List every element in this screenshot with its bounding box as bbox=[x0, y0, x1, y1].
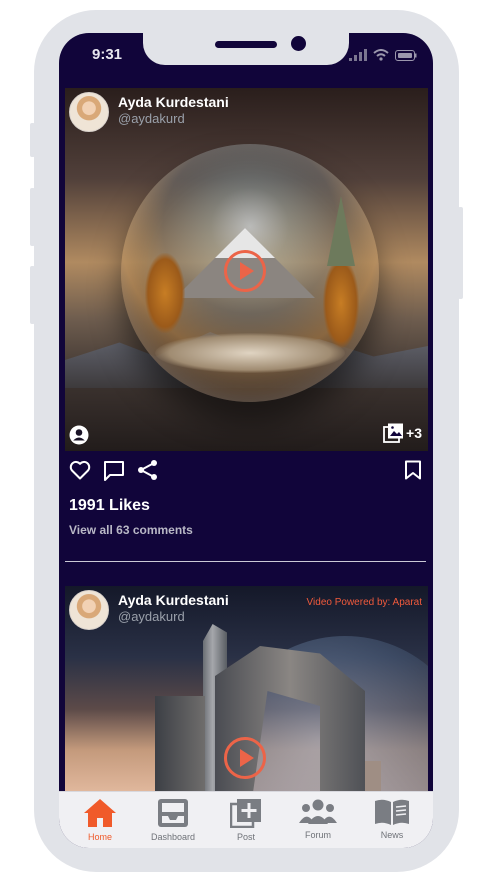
home-icon bbox=[84, 799, 116, 827]
nav-dashboard-label: Dashboard bbox=[150, 832, 196, 842]
post-media[interactable]: Ayda Kurdestani @aydakurd +3 bbox=[65, 88, 428, 451]
nav-post-label: Post bbox=[236, 832, 255, 842]
post-author-handle[interactable]: @aydakurd bbox=[118, 609, 185, 624]
nav-forum-label: Forum bbox=[304, 830, 331, 840]
media-count-label: +3 bbox=[406, 425, 422, 441]
phone-side-button bbox=[30, 266, 35, 324]
status-time: 9:31 bbox=[92, 46, 123, 63]
media-count-badge[interactable]: +3 bbox=[383, 423, 422, 443]
bookmark-icon[interactable] bbox=[404, 460, 422, 480]
heart-icon[interactable] bbox=[69, 460, 91, 480]
signal-icon bbox=[349, 49, 367, 61]
phone-side-button bbox=[30, 188, 35, 246]
add-post-icon bbox=[230, 799, 261, 828]
people-icon bbox=[299, 799, 337, 824]
avatar[interactable] bbox=[69, 92, 109, 132]
nav-home[interactable]: Home bbox=[65, 798, 135, 842]
autumn-tree-right bbox=[323, 258, 359, 348]
account-circle-icon[interactable] bbox=[69, 425, 89, 445]
app-screen: 9:31 Ayda Kurdestani @aydakurd +3 1991 L… bbox=[59, 33, 433, 848]
nav-news-label: News bbox=[380, 830, 404, 840]
inbox-icon bbox=[158, 799, 188, 827]
nav-post[interactable]: Post bbox=[211, 798, 281, 842]
feed-post: Ayda Kurdestani @aydakurd +3 1991 Likes … bbox=[65, 88, 428, 537]
feed-post: Ayda Kurdestani @aydakurd Video Powered … bbox=[65, 586, 428, 791]
video-powered-by[interactable]: Video Powered by: Aparat bbox=[307, 597, 422, 608]
gallery-icon bbox=[383, 423, 404, 443]
nav-home-label: Home bbox=[87, 832, 112, 842]
share-icon[interactable] bbox=[137, 459, 159, 481]
notch bbox=[143, 33, 349, 65]
post-author-handle[interactable]: @aydakurd bbox=[118, 111, 185, 126]
post-media[interactable]: Ayda Kurdestani @aydakurd Video Powered … bbox=[65, 586, 428, 791]
nav-dashboard[interactable]: Dashboard bbox=[138, 798, 208, 842]
avatar[interactable] bbox=[69, 590, 109, 630]
speaker-grille bbox=[215, 41, 277, 48]
phone-side-button bbox=[30, 123, 35, 157]
book-icon bbox=[375, 799, 409, 825]
post-author-name[interactable]: Ayda Kurdestani bbox=[118, 592, 229, 608]
battery-icon bbox=[395, 49, 417, 61]
sphere-base bbox=[155, 333, 345, 373]
likes-count[interactable]: 1991 Likes bbox=[69, 497, 150, 515]
play-button-icon[interactable] bbox=[223, 736, 267, 780]
pine-tree bbox=[327, 196, 355, 266]
view-comments-link[interactable]: View all 63 comments bbox=[69, 523, 193, 537]
ruin-tower-mid bbox=[155, 696, 205, 791]
front-camera bbox=[291, 36, 306, 51]
comment-icon[interactable] bbox=[103, 460, 125, 481]
post-divider bbox=[65, 561, 426, 562]
status-icons bbox=[349, 49, 417, 61]
play-button-icon[interactable] bbox=[223, 249, 267, 293]
nav-news[interactable]: News bbox=[357, 798, 427, 840]
autumn-tree-left bbox=[145, 253, 185, 333]
bottom-nav: Home Dashboard Post Forum News bbox=[59, 791, 433, 848]
wifi-icon bbox=[373, 49, 389, 61]
post-author-name[interactable]: Ayda Kurdestani bbox=[118, 94, 229, 110]
ruin-spire bbox=[365, 761, 381, 791]
nav-forum[interactable]: Forum bbox=[283, 798, 353, 840]
phone-power-button bbox=[458, 207, 463, 299]
